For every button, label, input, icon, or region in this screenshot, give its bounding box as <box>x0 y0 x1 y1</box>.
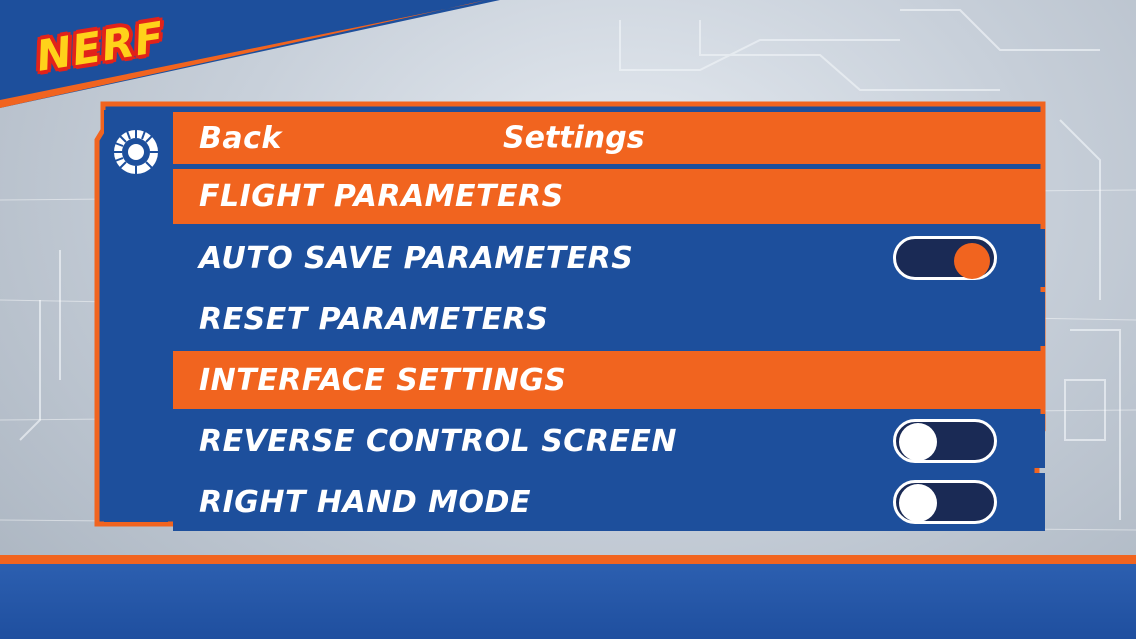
setting-reverse-control-screen[interactable]: REVERSE CONTROL SCREEN <box>173 414 1045 468</box>
section-interface-settings: INTERFACE SETTINGS <box>173 351 1045 409</box>
section-flight-parameters: FLIGHT PARAMETERS <box>173 169 1045 224</box>
settings-list: Back Settings FLIGHT PARAMETERS AUTO SAV… <box>173 112 1045 531</box>
setting-auto-save-parameters[interactable]: AUTO SAVE PARAMETERS <box>173 229 1045 287</box>
back-button[interactable]: Back <box>199 121 282 156</box>
toggle-knob <box>954 243 990 279</box>
auto-save-toggle[interactable] <box>893 236 997 280</box>
nerf-logo: NERF <box>14 8 174 81</box>
logo-text: NERF <box>32 12 168 81</box>
page-title: Settings <box>503 120 645 156</box>
bottom-bar <box>0 555 1136 639</box>
setting-label: RESET PARAMETERS <box>199 301 549 337</box>
section-label: FLIGHT PARAMETERS <box>199 179 564 214</box>
settings-header: Back Settings <box>173 112 1045 164</box>
toggle-knob <box>899 423 937 461</box>
setting-right-hand-mode[interactable]: RIGHT HAND MODE <box>173 473 1045 531</box>
gear-icon <box>114 130 158 174</box>
setting-label: RIGHT HAND MODE <box>199 484 531 520</box>
setting-label: REVERSE CONTROL SCREEN <box>199 423 678 459</box>
reverse-control-toggle[interactable] <box>893 419 997 463</box>
toggle-knob <box>899 484 937 522</box>
right-hand-mode-toggle[interactable] <box>893 480 997 524</box>
setting-label: AUTO SAVE PARAMETERS <box>199 240 634 276</box>
setting-reset-parameters[interactable]: RESET PARAMETERS <box>173 292 1045 346</box>
section-label: INTERFACE SETTINGS <box>199 362 567 398</box>
